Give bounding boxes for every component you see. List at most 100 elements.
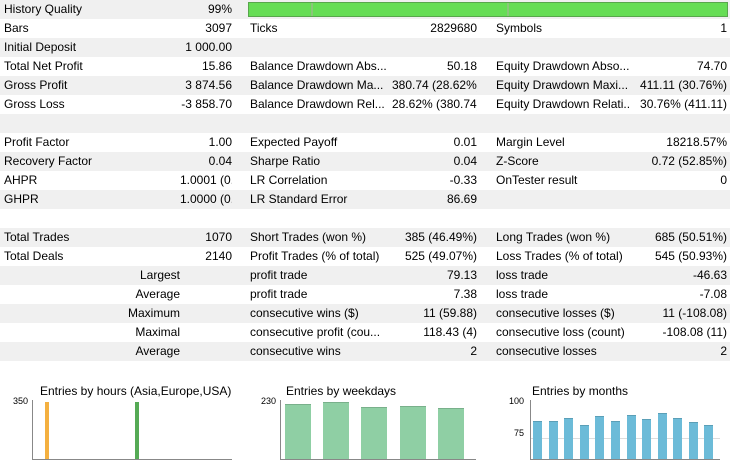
chart-weekdays: Entries by weekdays 230	[246, 380, 486, 460]
bar-Feb	[548, 420, 558, 459]
label-3: Equity Drawdown Abso...	[496, 59, 630, 73]
report-row: Total Deals 2140 Profit Trades (% of total…	[0, 247, 730, 266]
bar-Jan	[533, 420, 542, 459]
label-1: Average	[135, 287, 180, 301]
label-1: Recovery Factor	[4, 154, 93, 168]
report-row: Maximal consecutive profit (cou... 118.43 …	[0, 323, 730, 342]
bar-Dec	[704, 424, 714, 459]
value-2: 525 (49.07%)	[404, 249, 477, 263]
label-1: GHPR	[4, 192, 39, 206]
value-1: 1.0000 (0.00%)	[180, 192, 232, 206]
y-tick-label: 230	[260, 396, 276, 406]
value-2: 380.74 (28.62%)	[392, 78, 477, 92]
report-row	[0, 209, 730, 228]
value-3: 545 (50.93%)	[654, 249, 727, 263]
value-2: 2829680	[430, 21, 477, 35]
value-1: 0.04	[208, 154, 232, 168]
history-quality-bar	[248, 2, 728, 17]
report-row: Gross Profit 3 874.56 Balance Drawdown Ma.…	[0, 76, 730, 95]
value-3: 685 (50.51%)	[654, 230, 727, 244]
bar-Mon	[285, 404, 311, 459]
value-1: 1070	[205, 230, 232, 244]
label-2: consecutive wins	[250, 344, 341, 358]
value-1: 1.0001 (0.01%)	[180, 173, 232, 187]
bar-Nov	[688, 421, 698, 459]
label-1: Gross Loss	[4, 97, 65, 111]
value-3: -46.63	[692, 268, 727, 282]
value-2: -0.33	[449, 173, 477, 187]
label-1: Total Net Profit	[4, 59, 83, 73]
value-1: 99%	[207, 2, 232, 16]
report-row: Gross Loss -3 858.70 Balance Drawdown Rel.…	[0, 95, 730, 114]
value-3: 0	[720, 173, 727, 187]
label-2: Profit Trades (% of total)	[250, 249, 380, 263]
label-2: profit trade	[250, 268, 308, 282]
y-tick-label: 75	[513, 428, 524, 438]
bar-Wed	[361, 406, 388, 459]
value-2: 11 (59.88)	[423, 306, 477, 320]
plot-area	[530, 400, 720, 460]
value-3: 18218.57%	[666, 135, 727, 149]
label-3: consecutive losses ($)	[496, 306, 615, 320]
report-row: Average profit trade 7.38 loss trade -7.08	[0, 285, 730, 304]
value-2: 118.43 (4)	[423, 325, 477, 339]
report-row	[0, 114, 730, 133]
bar-Thu	[399, 405, 426, 459]
bar-Fri	[437, 408, 464, 459]
label-2: Balance Drawdown Ma...	[250, 78, 384, 92]
value-1: 15.86	[201, 59, 232, 73]
value-3: 1	[720, 21, 727, 35]
label-1: Maximum	[127, 306, 180, 320]
report-row: Maximum consecutive wins ($) 11 (59.88) con…	[0, 304, 730, 323]
y-tick-label: 100	[508, 396, 524, 406]
label-1: History Quality	[4, 2, 83, 16]
report-row: Total Net Profit 15.86 Balance Drawdown Ab…	[0, 57, 730, 76]
value-1: 2140	[205, 249, 232, 263]
label-3: Symbols	[496, 21, 543, 35]
label-3: Equity Drawdown Maxi...	[496, 78, 629, 92]
y-tick-label: 350	[12, 396, 28, 406]
value-2: 86.69	[446, 192, 477, 206]
label-1: Gross Profit	[4, 78, 68, 92]
plot-area	[32, 400, 232, 460]
value-1: 1 000.00	[185, 40, 232, 54]
bar-Sep	[657, 413, 667, 459]
report-grid: History Quality 99% Bars 3097 Ticks 2829680 Sy…	[0, 0, 730, 361]
label-1: Initial Deposit	[4, 40, 77, 54]
label-1: Maximal	[135, 325, 180, 339]
label-2: LR Correlation	[250, 173, 328, 187]
value-1: 3097	[205, 21, 232, 35]
report-row: Total Trades 1070 Short Trades (won %) 385 …	[0, 228, 730, 247]
value-3: -108.08 (11)	[662, 325, 727, 339]
value-1: -3 858.70	[181, 97, 232, 111]
label-3: Long Trades (won %)	[496, 230, 611, 244]
value-2: 50.18	[446, 59, 477, 73]
value-2: 2	[470, 344, 477, 358]
value-3: 0.72 (52.85%)	[651, 154, 727, 168]
value-2: 0.04	[453, 154, 477, 168]
plot-area	[280, 400, 476, 460]
label-3: Z-Score	[496, 154, 539, 168]
report-row: Initial Deposit 1 000.00	[0, 38, 730, 57]
label-2: Balance Drawdown Abs...	[250, 59, 387, 73]
history-quality-tick	[507, 3, 509, 16]
bar-Tue	[323, 402, 350, 459]
value-3: 11 (-108.08)	[662, 306, 727, 320]
value-2: 385 (46.49%)	[404, 230, 477, 244]
value-3: 74.70	[696, 59, 727, 73]
report-row: Bars 3097 Ticks 2829680 Symbols 1	[0, 19, 730, 38]
chart-title: Entries by months	[532, 384, 629, 398]
history-quality-tick	[311, 3, 313, 16]
value-2: 0.01	[453, 135, 477, 149]
bar-Apr	[579, 424, 589, 459]
value-1: 3 874.56	[185, 78, 232, 92]
label-1: Total Trades	[4, 230, 70, 244]
label-2: Expected Payoff	[250, 135, 338, 149]
bar-Jun	[610, 420, 620, 459]
label-1: Bars	[4, 21, 29, 35]
bar-Oct	[673, 417, 683, 459]
report-row: Recovery Factor 0.04 Sharpe Ratio 0.04 Z-Sco…	[0, 152, 730, 171]
label-3: consecutive losses	[496, 344, 597, 358]
label-3: consecutive loss (count)	[496, 325, 625, 339]
label-3: Loss Trades (% of total)	[496, 249, 623, 263]
